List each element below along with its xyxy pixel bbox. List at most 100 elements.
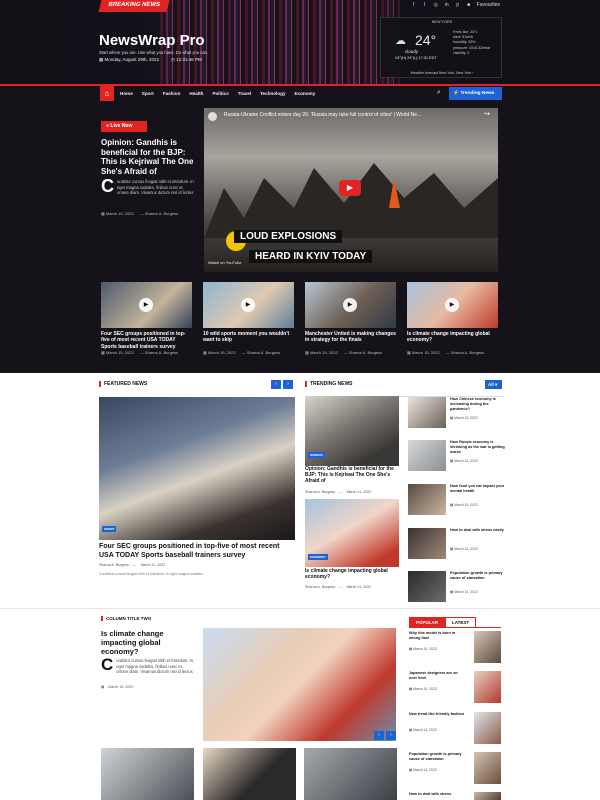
popular-image[interactable] xyxy=(474,671,501,703)
nav-politics[interactable]: Politics xyxy=(212,91,228,96)
featured-excerpt: Curabitur cursus feugiat nibh et interdu… xyxy=(99,572,206,576)
play-icon[interactable]: ▶ xyxy=(343,298,357,312)
search-icon[interactable]: ⌕ xyxy=(437,89,441,97)
nav-economy[interactable]: Economy xyxy=(295,91,316,96)
popular-image[interactable] xyxy=(474,752,501,784)
popular-image[interactable] xyxy=(474,792,501,800)
site-tagline: Start where you are. Use what you have. … xyxy=(99,50,209,55)
thumb-image[interactable]: ▶ xyxy=(101,282,192,328)
play-icon[interactable]: ▶ xyxy=(139,298,153,312)
featured-meta: Sharna A. Burgess — March 11, 2022 xyxy=(99,563,166,567)
side-image[interactable] xyxy=(408,440,446,471)
channel-avatar xyxy=(208,112,217,121)
play-icon[interactable]: ▶ xyxy=(445,298,459,312)
weather-widget: NEW YORK ☁ 24° cloudy 24°(H) 24°(L) 17:3… xyxy=(380,17,502,78)
popular-item[interactable]: Why this model is born in wrong time ▦ M… xyxy=(409,631,501,665)
trending-filter[interactable]: All ▾ xyxy=(485,380,502,389)
weather-condition: cloudy xyxy=(405,49,419,54)
thumb-card[interactable]: ▶ Is climate change impacting global eco… xyxy=(407,282,498,355)
thumb-image[interactable]: ▶ xyxy=(203,282,294,328)
social-bar: f t ◎ in p ■ Favourites xyxy=(411,2,500,8)
bookmark-icon[interactable]: ■ xyxy=(466,2,472,8)
thumb-card[interactable]: ▶ Four SEC groups positioned in top-five… xyxy=(101,282,192,355)
column-two-excerpt: Curabitur cursus feugiat nibh et interdu… xyxy=(101,655,193,675)
nav-technology[interactable]: Technology xyxy=(260,91,285,96)
side-image[interactable] xyxy=(408,484,446,515)
bottom-card-image[interactable] xyxy=(203,748,296,800)
popular-item[interactable]: New trend like friendly fashion ▦ March … xyxy=(409,712,501,746)
nav-home[interactable]: Home xyxy=(120,91,133,96)
column-two-heading: COLUMN TITLE TWO xyxy=(101,616,151,621)
trending-badge[interactable]: ECONOMY xyxy=(308,554,328,560)
share-icon[interactable]: ↪ xyxy=(484,110,490,118)
featured-news-heading: FEATURED NEWS xyxy=(99,381,147,387)
nav-health[interactable]: Health xyxy=(189,91,203,96)
next-arrow-icon[interactable]: › xyxy=(386,731,396,740)
next-arrow-icon[interactable]: › xyxy=(283,380,293,389)
trending-side-item[interactable]: How to deal with stress easily ▦ March 1… xyxy=(408,528,504,559)
chevron-down-icon: ▾ xyxy=(495,382,498,387)
thumb-image[interactable]: ▶ xyxy=(407,282,498,328)
facebook-icon[interactable]: f xyxy=(411,2,417,8)
trending-card-title[interactable]: Opinion: Gandhis is beneficial for the B… xyxy=(305,466,400,484)
side-image[interactable] xyxy=(408,571,446,602)
video-caption-2: HEARD IN KYIV TODAY xyxy=(249,250,373,263)
trending-side-item[interactable]: How food you eat impact your mental heal… xyxy=(408,484,504,515)
column-two-image[interactable] xyxy=(203,628,396,741)
main-nav: ⌂ Home Sport Fashion Health Politics Tra… xyxy=(0,84,600,101)
nav-sport[interactable]: Sport xyxy=(142,91,154,96)
side-image[interactable] xyxy=(408,528,446,559)
bottom-card-image[interactable] xyxy=(304,748,397,800)
breaking-news-label[interactable]: BREAKING NEWS xyxy=(98,0,170,12)
favourites-link[interactable]: Favourites xyxy=(477,2,500,8)
pinterest-icon[interactable]: p xyxy=(455,2,461,8)
popular-item[interactable]: Population growth is primary cause of st… xyxy=(409,752,501,786)
weather-temp: 24° xyxy=(415,32,437,48)
thumb-image[interactable]: ▶ xyxy=(305,282,396,328)
thumb-card[interactable]: ▶ 10 wild sports moment you wouldn't wan… xyxy=(203,282,294,355)
prev-arrow-icon[interactable]: ‹ xyxy=(271,380,281,389)
header xyxy=(0,0,600,88)
bottom-card-image[interactable] xyxy=(101,748,194,800)
side-image[interactable] xyxy=(408,397,446,428)
nav-travel[interactable]: Travel xyxy=(238,91,251,96)
prev-arrow-icon[interactable]: ‹ xyxy=(374,731,384,740)
trending-news-button[interactable]: ⚡ Trending News xyxy=(449,87,502,100)
trending-side-item[interactable]: How Chinese economy is increasing during… xyxy=(408,397,503,428)
site-logo[interactable]: NewsWrap Pro xyxy=(99,32,205,49)
watch-on-youtube[interactable]: Watch on YouTube xyxy=(208,260,242,265)
trending-card-title[interactable]: Is climate change impacting global econo… xyxy=(305,568,400,580)
thumb-card[interactable]: ▶ Manchester United is making changes in… xyxy=(305,282,396,355)
live-now-badge[interactable]: ● Live Now xyxy=(101,121,147,132)
popular-item[interactable]: How to deal with stress xyxy=(409,792,501,800)
play-icon[interactable]: ▶ xyxy=(339,180,361,196)
trending-side-item[interactable]: How Russia economy is shrinking as the w… xyxy=(408,440,505,471)
featured-title[interactable]: Four SEC groups positioned in top-five o… xyxy=(99,542,295,560)
weather-forecast-link[interactable]: Weather forecast New York, New York › xyxy=(381,71,503,75)
hero-headline[interactable]: Opinion: Gandhis is beneficial for the B… xyxy=(101,138,196,176)
current-date: Monday, August 29th, 2022 xyxy=(104,57,159,62)
popular-image[interactable] xyxy=(474,712,501,744)
trending-news-heading: TRENDING NEWS xyxy=(305,381,353,387)
calendar-icon: ▦ xyxy=(101,685,105,689)
trending-side-item[interactable]: Population growth is primary cause of st… xyxy=(408,571,503,602)
trending-badge[interactable]: OPINION xyxy=(308,452,325,458)
column-two-meta: ▦ March 15, 2022 xyxy=(101,685,134,689)
nav-fashion[interactable]: Fashion xyxy=(163,91,181,96)
hero-thumb-row: ▶ Four SEC groups positioned in top-five… xyxy=(101,282,498,355)
video-title[interactable]: Russia-Ukraine Conflict enters day 26: '… xyxy=(224,112,421,118)
featured-badge[interactable]: SPORT xyxy=(102,526,117,532)
column-two-title[interactable]: Is climate change impacting global econo… xyxy=(101,629,193,656)
popular-item[interactable]: Japanese designers are on next level ▦ M… xyxy=(409,671,501,705)
linkedin-icon[interactable]: in xyxy=(444,2,450,8)
featured-image[interactable] xyxy=(99,397,295,540)
instagram-icon[interactable]: ◎ xyxy=(433,2,439,8)
trending-card-meta: Sharna A. Burgess — March 11, 2022 xyxy=(305,585,372,589)
home-icon[interactable]: ⌂ xyxy=(100,86,114,101)
video-player[interactable]: Russia-Ukraine Conflict enters day 26: '… xyxy=(204,108,498,272)
twitter-icon[interactable]: t xyxy=(422,2,428,8)
current-time: 12:31:46 PM xyxy=(176,57,202,62)
popular-image[interactable] xyxy=(474,631,501,663)
weather-hilo: 24°(H) 24°(L) 17:31 EDT xyxy=(395,56,437,60)
play-icon[interactable]: ▶ xyxy=(241,298,255,312)
